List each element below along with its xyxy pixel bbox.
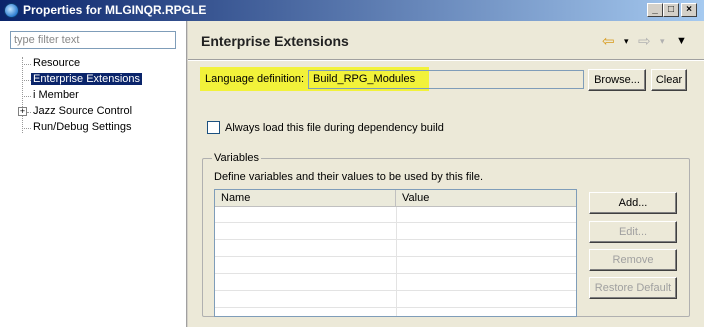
- filter-input[interactable]: type filter text: [10, 31, 176, 49]
- view-menu-icon[interactable]: ▼: [676, 35, 687, 47]
- back-arrow-icon[interactable]: ⇦: [602, 32, 615, 50]
- tree-item-label: Resource: [33, 57, 81, 69]
- tree-connector: [22, 80, 31, 81]
- expand-icon[interactable]: +: [18, 107, 27, 116]
- close-button[interactable]: ×: [681, 3, 697, 17]
- tree-item-resource[interactable]: Resource: [33, 56, 80, 71]
- table-row[interactable]: [215, 241, 576, 257]
- restore-default-button[interactable]: Restore Default: [589, 277, 677, 299]
- tree-item-label: Jazz Source Control: [33, 105, 133, 117]
- table-row[interactable]: [215, 258, 576, 274]
- tree-connector: [22, 64, 31, 65]
- browse-button[interactable]: Browse...: [588, 69, 646, 91]
- tree-item-label: Enterprise Extensions: [31, 73, 142, 85]
- language-definition-field[interactable]: Build_RPG_Modules: [308, 70, 584, 89]
- header-divider: [188, 59, 704, 61]
- app-icon: [4, 3, 19, 18]
- tree-item-label: i Member: [33, 89, 79, 101]
- window-title: Properties for MLGINQR.RPGLE: [23, 3, 207, 17]
- tree-item-run-debug-settings[interactable]: Run/Debug Settings: [33, 120, 131, 135]
- tree-connector: [22, 128, 31, 129]
- table-row[interactable]: [215, 224, 576, 240]
- table-row[interactable]: [215, 292, 576, 308]
- variables-group-title: Variables: [212, 152, 262, 164]
- tree-item-jazz-source-control[interactable]: Jazz Source Control: [33, 104, 132, 119]
- properties-dialog: Properties for MLGINQR.RPGLE _ □ × type …: [0, 0, 704, 327]
- forward-arrow-icon[interactable]: ⇨: [638, 32, 651, 50]
- page-title: Enterprise Extensions: [201, 33, 349, 49]
- tree-item-enterprise-extensions[interactable]: Enterprise Extensions: [31, 72, 142, 87]
- maximize-button[interactable]: □: [663, 3, 679, 17]
- property-page-tree-pane: type filter text Resource Enterprise Ext…: [0, 21, 187, 327]
- tree-connector: [22, 57, 23, 133]
- property-page: Enterprise Extensions ⇦ ▾ ⇨ ▾ ▼ Language…: [188, 21, 704, 327]
- title-bar[interactable]: Properties for MLGINQR.RPGLE _ □ ×: [0, 0, 704, 21]
- remove-button[interactable]: Remove: [589, 249, 677, 271]
- tree-connector: [27, 112, 31, 113]
- column-header-value[interactable]: Value: [396, 190, 576, 207]
- tree-item-i-member[interactable]: i Member: [33, 88, 79, 103]
- table-row[interactable]: [215, 275, 576, 291]
- table-row[interactable]: [215, 207, 576, 223]
- column-header-name[interactable]: Name: [215, 190, 396, 207]
- tree-item-label: Run/Debug Settings: [33, 121, 132, 133]
- language-definition-label: Language definition:: [205, 73, 305, 85]
- minimize-button[interactable]: _: [647, 3, 663, 17]
- table-header: Name Value: [215, 190, 576, 207]
- variables-table[interactable]: Name Value: [214, 189, 577, 317]
- always-load-checkbox[interactable]: [207, 121, 220, 134]
- back-menu-icon[interactable]: ▾: [624, 36, 629, 47]
- clear-button[interactable]: Clear: [651, 69, 687, 91]
- tree-connector: [22, 96, 31, 97]
- add-button[interactable]: Add...: [589, 192, 677, 214]
- forward-menu-icon[interactable]: ▾: [660, 36, 665, 47]
- variables-description: Define variables and their values to be …: [214, 171, 484, 183]
- edit-button[interactable]: Edit...: [589, 221, 677, 243]
- always-load-label: Always load this file during dependency …: [225, 122, 444, 134]
